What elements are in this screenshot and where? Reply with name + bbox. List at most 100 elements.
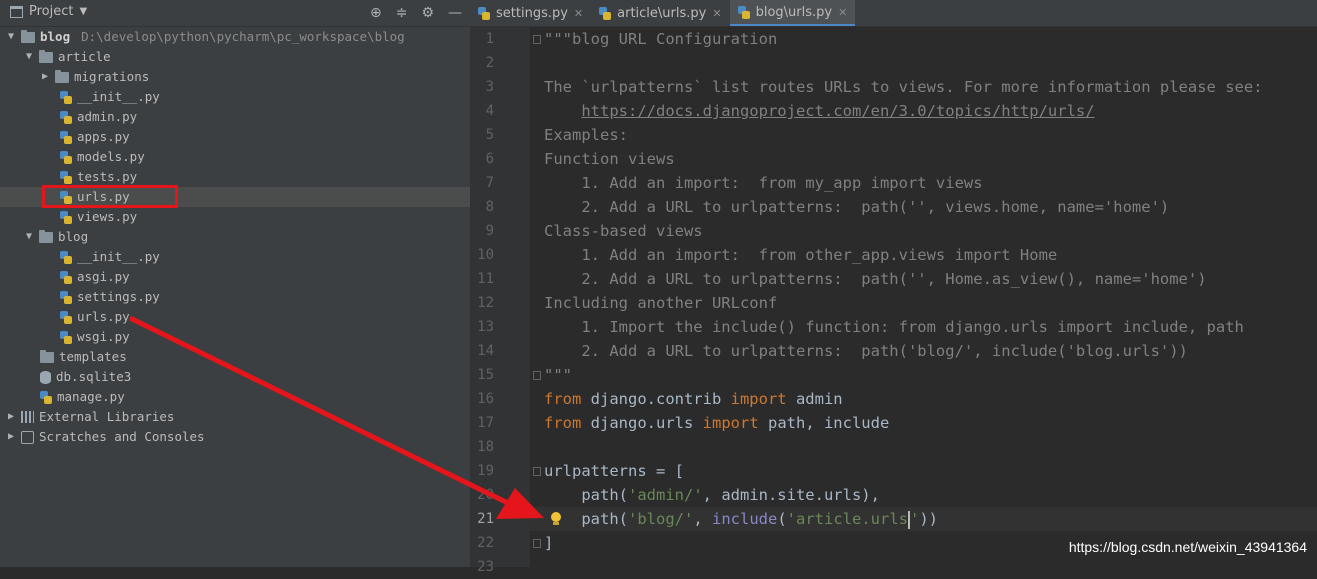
tree-item-label: views.py <box>77 209 138 224</box>
code-line[interactable]: """blog URL Configuration <box>544 27 1317 51</box>
tree-item[interactable]: manage.py <box>0 387 470 407</box>
fold-marker-icon[interactable] <box>533 371 541 380</box>
collapsed-arrow-icon[interactable]: ▶ <box>6 427 16 447</box>
code-line[interactable]: from django.urls import path, include <box>544 411 1317 435</box>
chevron-down-icon: ▼ <box>79 6 88 17</box>
tree-item-label: db.sqlite3 <box>56 369 132 384</box>
line-number: 2 <box>485 55 494 71</box>
tree-item[interactable]: db.sqlite3 <box>0 367 470 387</box>
code-line[interactable] <box>544 555 1317 579</box>
tree-item[interactable]: __init__.py <box>0 87 470 107</box>
tree-item-label: migrations <box>74 69 150 84</box>
tree-item[interactable]: admin.py <box>0 107 470 127</box>
project-icon <box>10 5 23 18</box>
expanded-arrow-icon[interactable]: ▼ <box>24 227 34 247</box>
line-number: 11 <box>477 271 494 287</box>
code-line[interactable]: 2. Add a URL to urlpatterns: path('', Ho… <box>544 267 1317 291</box>
tree-item-label: apps.py <box>77 129 130 144</box>
gutter: 1 2 3 4 5 6 7 8 9 10 11 12 13 14 15 16 17 18 19 20 21 22 23 <box>470 27 530 575</box>
project-panel: Project ▼ ⊕ ≑ ⚙ — ▼ blog D:\develop\python… <box>0 0 470 567</box>
line-number: 16 <box>477 391 494 407</box>
tree-item[interactable]: ▼ article <box>0 47 470 67</box>
python-file-icon <box>60 250 72 264</box>
tree-item[interactable]: __init__.py <box>0 247 470 267</box>
line-number: 6 <box>485 151 494 167</box>
code-line[interactable]: 1. Add an import: from my_app import vie… <box>544 171 1317 195</box>
tree-item-label: External Libraries <box>39 409 175 424</box>
tree-item[interactable]: ▼ blog D:\develop\python\pycharm\pc_worksp… <box>0 27 470 47</box>
gear-icon[interactable]: ⚙ <box>421 5 434 21</box>
editor-tab[interactable]: blog\urls.py ✕ <box>729 0 856 26</box>
code-line[interactable]: path('admin/', admin.site.urls), <box>544 483 1317 507</box>
code-line[interactable]: The `urlpatterns` list routes URLs to vi… <box>544 75 1317 99</box>
code-line[interactable] <box>544 435 1317 459</box>
tree-item[interactable]: templates <box>0 347 470 367</box>
lightbulb-icon[interactable] <box>550 512 562 526</box>
editor-tab[interactable]: settings.py ✕ <box>470 0 591 26</box>
project-header: Project ▼ ⊕ ≑ ⚙ — <box>0 0 470 27</box>
code-line[interactable]: Function views <box>544 147 1317 171</box>
tree-item[interactable]: ▶ migrations <box>0 67 470 87</box>
tree-item-label: __init__.py <box>77 249 160 264</box>
library-icon <box>21 411 34 423</box>
code-line[interactable]: Including another URLconf <box>544 291 1317 315</box>
tree-item-label: asgi.py <box>77 269 130 284</box>
line-number: 23 <box>477 559 494 575</box>
project-path: D:\develop\python\pycharm\pc_workspace\b… <box>81 29 405 44</box>
code-line[interactable]: Examples: <box>544 123 1317 147</box>
tree-item[interactable]: urls.py <box>0 307 470 327</box>
tree-item[interactable]: tests.py <box>0 167 470 187</box>
line-number: 9 <box>485 223 494 239</box>
project-view-selector[interactable]: Project ▼ <box>10 4 87 19</box>
python-file-icon <box>737 5 750 19</box>
code-line[interactable] <box>544 51 1317 75</box>
python-file-icon <box>60 90 72 104</box>
python-file-icon <box>60 290 72 304</box>
collapsed-arrow-icon[interactable]: ▶ <box>40 67 50 87</box>
fold-marker-icon[interactable] <box>533 467 541 476</box>
expanded-arrow-icon[interactable]: ▼ <box>6 27 16 47</box>
code-line[interactable]: """ <box>544 363 1317 387</box>
tree-item[interactable]: views.py <box>0 207 470 227</box>
tree-item[interactable]: settings.py <box>0 287 470 307</box>
line-number: 17 <box>477 415 494 431</box>
code-line[interactable]: 2. Add a URL to urlpatterns: path('blog/… <box>544 339 1317 363</box>
tree-item-label: settings.py <box>77 289 160 304</box>
python-file-icon <box>40 390 52 404</box>
code-line[interactable]: path('blog/', include('article.urls ')) <box>530 507 1317 531</box>
folder-icon <box>21 29 35 43</box>
code-line[interactable]: 1. Add an import: from other_app.views i… <box>544 243 1317 267</box>
close-icon[interactable]: ✕ <box>838 6 847 19</box>
tree-item[interactable]: apps.py <box>0 127 470 147</box>
line-number: 10 <box>477 247 494 263</box>
collapse-icon[interactable]: ≑ <box>396 5 408 21</box>
tree-item[interactable]: wsgi.py <box>0 327 470 347</box>
close-icon[interactable]: ✕ <box>574 7 583 20</box>
code-line[interactable]: 1. Import the include() function: from d… <box>544 315 1317 339</box>
code-line[interactable]: https://docs.djangoproject.com/en/3.0/to… <box>544 99 1317 123</box>
tree-item[interactable]: ▶ External Libraries <box>0 407 470 427</box>
line-number: 20 <box>477 487 494 503</box>
code-line[interactable]: Class-based views <box>544 219 1317 243</box>
line-number: 4 <box>485 103 494 119</box>
tree-item[interactable]: ▶ Scratches and Consoles <box>0 427 470 447</box>
code-line[interactable]: from django.contrib import admin <box>544 387 1317 411</box>
close-icon[interactable]: ✕ <box>712 7 721 20</box>
tree-item[interactable]: ▼ blog <box>0 227 470 247</box>
editor-tab[interactable]: article\urls.py ✕ <box>591 0 729 26</box>
locate-icon[interactable]: ⊕ <box>370 5 382 21</box>
tree-item[interactable]: models.py <box>0 147 470 167</box>
expanded-arrow-icon[interactable]: ▼ <box>24 47 34 67</box>
python-file-icon <box>60 310 72 324</box>
collapsed-arrow-icon[interactable]: ▶ <box>6 407 16 427</box>
tree-item[interactable]: asgi.py <box>0 267 470 287</box>
fold-marker-icon[interactable] <box>533 35 541 44</box>
hide-icon[interactable]: — <box>448 5 462 21</box>
code-line[interactable]: 2. Add a URL to urlpatterns: path('', vi… <box>544 195 1317 219</box>
annotation-highlight-box <box>42 185 178 208</box>
code-line[interactable]: urlpatterns = [ <box>544 459 1317 483</box>
python-file-icon <box>60 150 72 164</box>
fold-marker-icon[interactable] <box>533 539 541 548</box>
python-file-icon <box>478 6 490 20</box>
line-number: 22 <box>477 535 494 551</box>
